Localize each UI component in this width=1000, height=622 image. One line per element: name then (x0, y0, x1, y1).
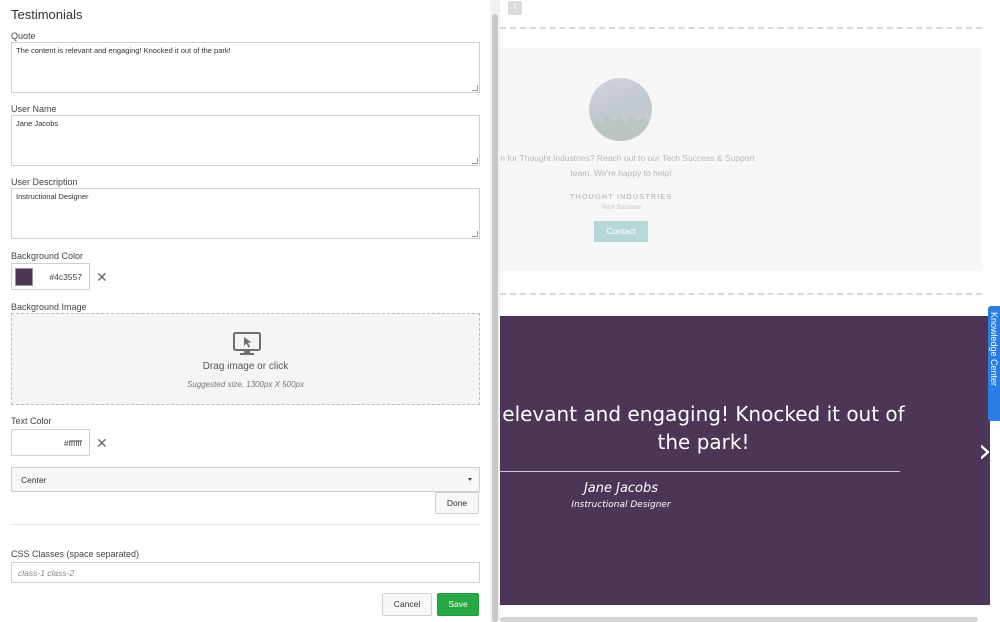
chevron-right-icon[interactable]: › (978, 434, 992, 468)
quote-label: Quote (11, 31, 36, 41)
knowledge-center-label: Knowledge Center (989, 312, 999, 387)
alignment-select[interactable]: Center (11, 467, 480, 492)
quote-textarea[interactable]: The content is relevant and engaging! Kn… (11, 42, 480, 93)
user-description-value: Instructional Designer (16, 192, 89, 201)
card-company: THOUGHT INDUSTRIES (569, 192, 673, 201)
testimonial-quote: elevant and engaging! Knocked it out of … (502, 402, 905, 454)
clear-background-color-icon[interactable]: ✕ (96, 270, 108, 284)
knowledge-center-tab[interactable]: Knowledge Center (988, 306, 1000, 421)
resize-grip-icon[interactable] (472, 85, 478, 91)
css-classes-label: CSS Classes (space separated) (11, 549, 140, 559)
text-color-picker[interactable]: #ffffff (11, 429, 90, 456)
user-description-label: User Description (11, 177, 78, 187)
user-description-textarea[interactable]: Instructional Designer (11, 188, 480, 239)
background-image-dropzone[interactable]: Drag image or click Suggested size, 1300… (11, 313, 480, 405)
background-color-label: Background Color (11, 251, 84, 261)
background-color-swatch[interactable] (15, 268, 33, 286)
card-message-line2: team. We're happy to help! (570, 168, 672, 178)
collapse-panel-button[interactable]: ‹ (508, 1, 522, 15)
chevron-left-icon: ‹ (513, 2, 517, 13)
quote-value: The content is relevant and engaging! Kn… (16, 46, 231, 55)
caret-down-icon (468, 478, 472, 481)
background-color-picker[interactable]: #4c3557 (11, 263, 90, 290)
testimonials-editor-panel: Testimonials Quote The content is releva… (0, 0, 490, 622)
dropzone-text: Drag image or click (202, 361, 289, 372)
cancel-button[interactable]: Cancel (382, 593, 432, 616)
card-message-line1: stion for Thought Industries? Reach out … (500, 153, 755, 163)
user-name-textarea[interactable]: Jane Jacobs (11, 115, 480, 166)
alignment-selected-value: Center (21, 475, 47, 485)
resize-grip-icon[interactable] (472, 158, 478, 164)
resize-grip-icon[interactable] (472, 231, 478, 237)
background-image-label: Background Image (11, 302, 87, 312)
css-classes-input[interactable]: class-1 class-2 (11, 562, 480, 583)
monitor-cursor-icon (233, 332, 261, 355)
clear-text-color-icon[interactable]: ✕ (96, 436, 108, 450)
card-role: Tech Success (600, 204, 642, 211)
user-name-label: User Name (11, 104, 57, 114)
dropzone-hint: Suggested size, 1300px X 500px (187, 380, 304, 389)
user-name-value: Jane Jacobs (16, 119, 59, 128)
divider (11, 524, 480, 525)
testimonial-name: Jane Jacobs (583, 481, 659, 496)
preview-horizontal-scrollbar[interactable] (500, 617, 978, 622)
avatar (589, 78, 652, 141)
panel-title: Testimonials (11, 7, 83, 22)
text-color-label: Text Color (11, 416, 52, 426)
testimonial-banner: elevant and engaging! Knocked it out of … (500, 316, 992, 605)
panel-scrollbar[interactable] (490, 0, 500, 622)
section-divider (500, 293, 982, 295)
panel-scrollbar-thumb[interactable] (492, 14, 498, 622)
page-preview: ‹ stion for Thought Industries? Reach ou… (500, 0, 1000, 622)
contact-button[interactable]: Contact (594, 221, 648, 242)
avatar-image (589, 114, 652, 141)
background-color-value: #4c3557 (49, 272, 82, 282)
text-color-value: #ffffff (63, 438, 82, 448)
done-button[interactable]: Done (435, 492, 479, 514)
testimonial-rule (500, 471, 900, 472)
testimonial-description: Instructional Designer (571, 500, 671, 510)
section-divider (500, 27, 982, 29)
save-button[interactable]: Save (437, 593, 479, 616)
contact-card: stion for Thought Industries? Reach out … (500, 48, 982, 271)
